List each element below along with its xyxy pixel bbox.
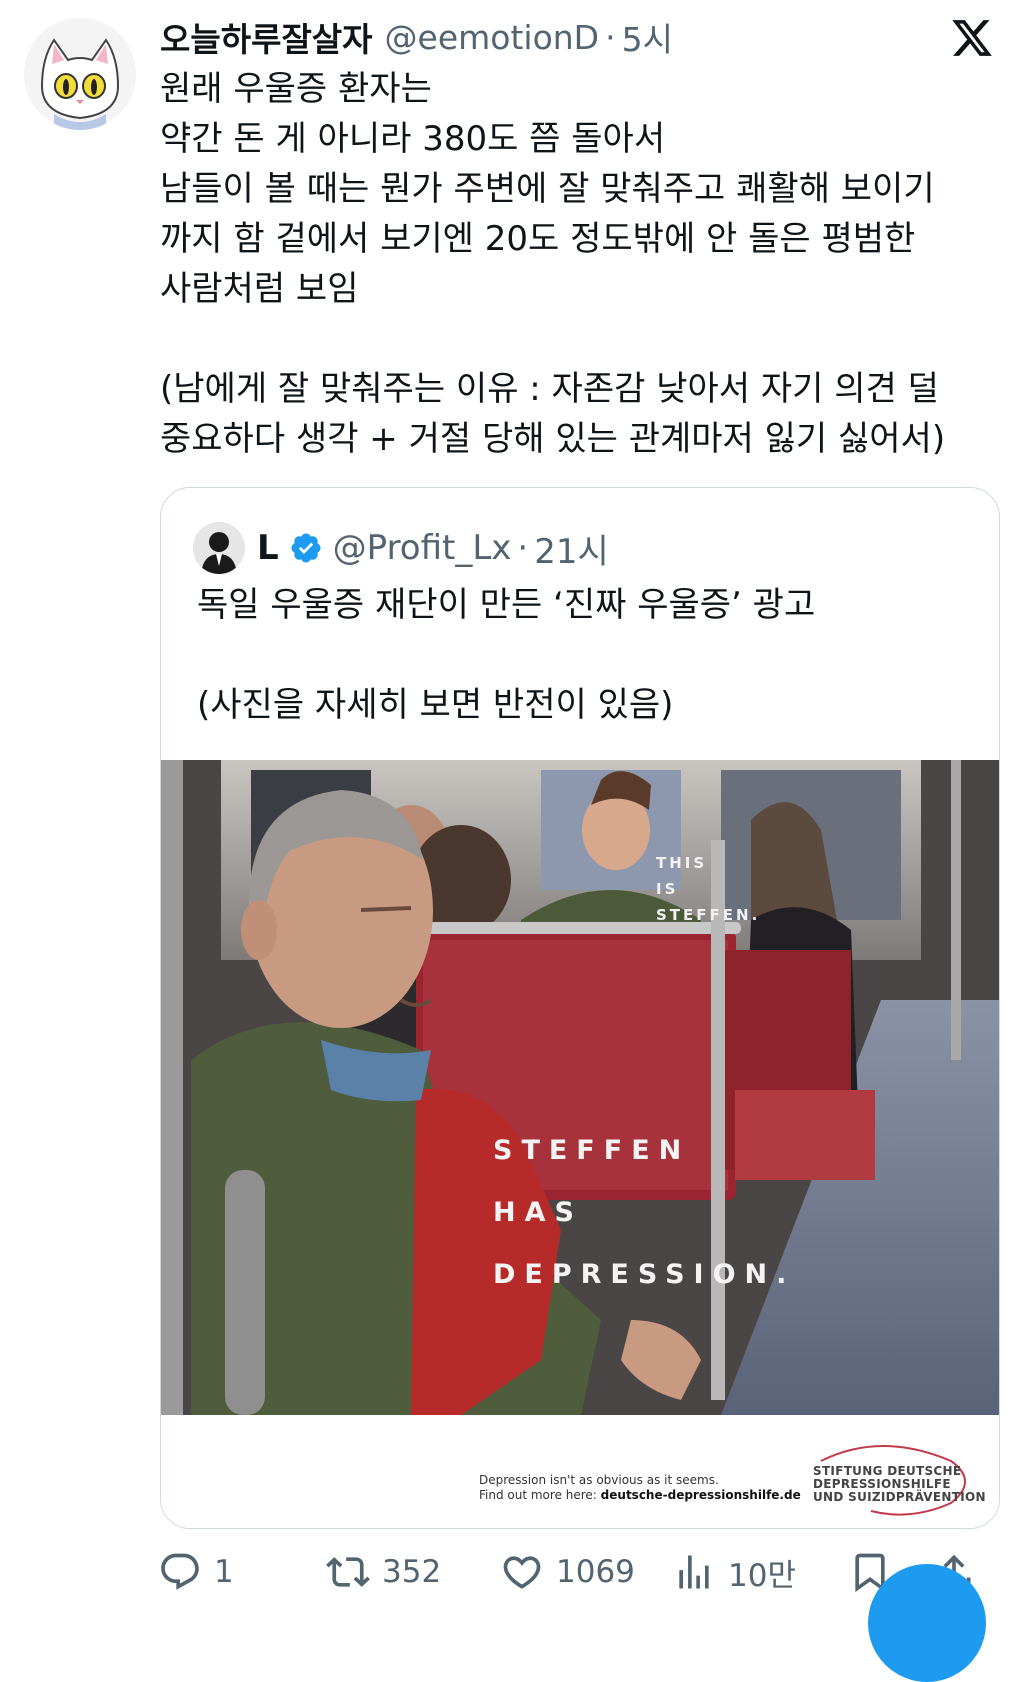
compose-fab-button[interactable]: [868, 1564, 986, 1682]
quoted-header-separator: ·: [517, 528, 529, 568]
cat-avatar-illustration: [24, 18, 136, 130]
verified-badge-icon: [291, 533, 321, 563]
quoted-tweet-text: 독일 우울증 재단이 만든 ‘진짜 우울증’ 광고 (사진을 자세히 보면 반전…: [197, 585, 816, 725]
tweet-text: 원래 우울증 환자는 약간 돈 게 아니라 380도 쯤 돌아서 남들이 볼 때…: [160, 69, 946, 459]
like-icon: [503, 1556, 541, 1589]
quoted-tweet-header: L @Profit_Lx · 21시: [193, 520, 609, 576]
foundation-logo-text: STIFTUNG DEUTSCHE DEPRESSIONSHILFE UND S…: [813, 1464, 986, 1504]
ad-photo[interactable]: THIS IS STEFFEN. STEFFEN HAS DEPRESSION.: [161, 760, 999, 1415]
quoted-author-display-name[interactable]: L: [257, 528, 279, 568]
retweet-count: 352: [382, 1554, 442, 1590]
reply-icon: [161, 1553, 199, 1590]
quoted-author-avatar[interactable]: [193, 522, 245, 574]
ad-footer: Depression isn't as obvious as it seems.…: [161, 1415, 999, 1528]
like-count: 1069: [556, 1554, 635, 1590]
subway-scene-illustration: [161, 760, 999, 1415]
views-count: 10만: [728, 1557, 796, 1594]
header-separator: ·: [605, 17, 616, 57]
ad-main-caption: STEFFEN HAS DEPRESSION.: [493, 1135, 796, 1290]
ad-footer-tagline: Depression isn't as obvious as it seems.: [479, 1473, 719, 1487]
quoted-tweet-card[interactable]: L @Profit_Lx · 21시 독일 우울증 재단이 만든 ‘진짜 우울증…: [160, 487, 1000, 1529]
author-avatar[interactable]: [24, 18, 136, 130]
like-button[interactable]: 1069: [500, 1545, 635, 1599]
quoted-author-handle[interactable]: @Profit_Lx: [333, 528, 512, 568]
retweet-button[interactable]: 352: [326, 1545, 441, 1599]
views-button[interactable]: 10만: [672, 1545, 796, 1599]
ad-footer-cta-prefix: Find out more here:: [479, 1488, 601, 1502]
author-handle[interactable]: @eemotionD: [385, 18, 600, 57]
x-logo-icon[interactable]: [950, 16, 994, 60]
quoted-tweet-timestamp[interactable]: 21시: [534, 524, 609, 573]
tweet-header: 오늘하루잘살자 @eemotionD · 5시: [160, 14, 673, 60]
ad-footer-cta: Find out more here: deutsche-depressions…: [479, 1488, 801, 1502]
silhouette-avatar-illustration: [193, 522, 245, 574]
reply-count: 1: [214, 1554, 234, 1590]
tweet-timestamp[interactable]: 5시: [622, 13, 673, 61]
author-display-name[interactable]: 오늘하루잘살자: [160, 13, 373, 61]
ad-footer-url: deutsche-depressionshilfe.de: [600, 1488, 801, 1502]
retweet-icon: [326, 1557, 370, 1587]
ad-small-caption: THIS IS STEFFEN.: [656, 854, 761, 924]
views-icon: [679, 1555, 709, 1589]
reply-button[interactable]: 1: [158, 1545, 234, 1599]
